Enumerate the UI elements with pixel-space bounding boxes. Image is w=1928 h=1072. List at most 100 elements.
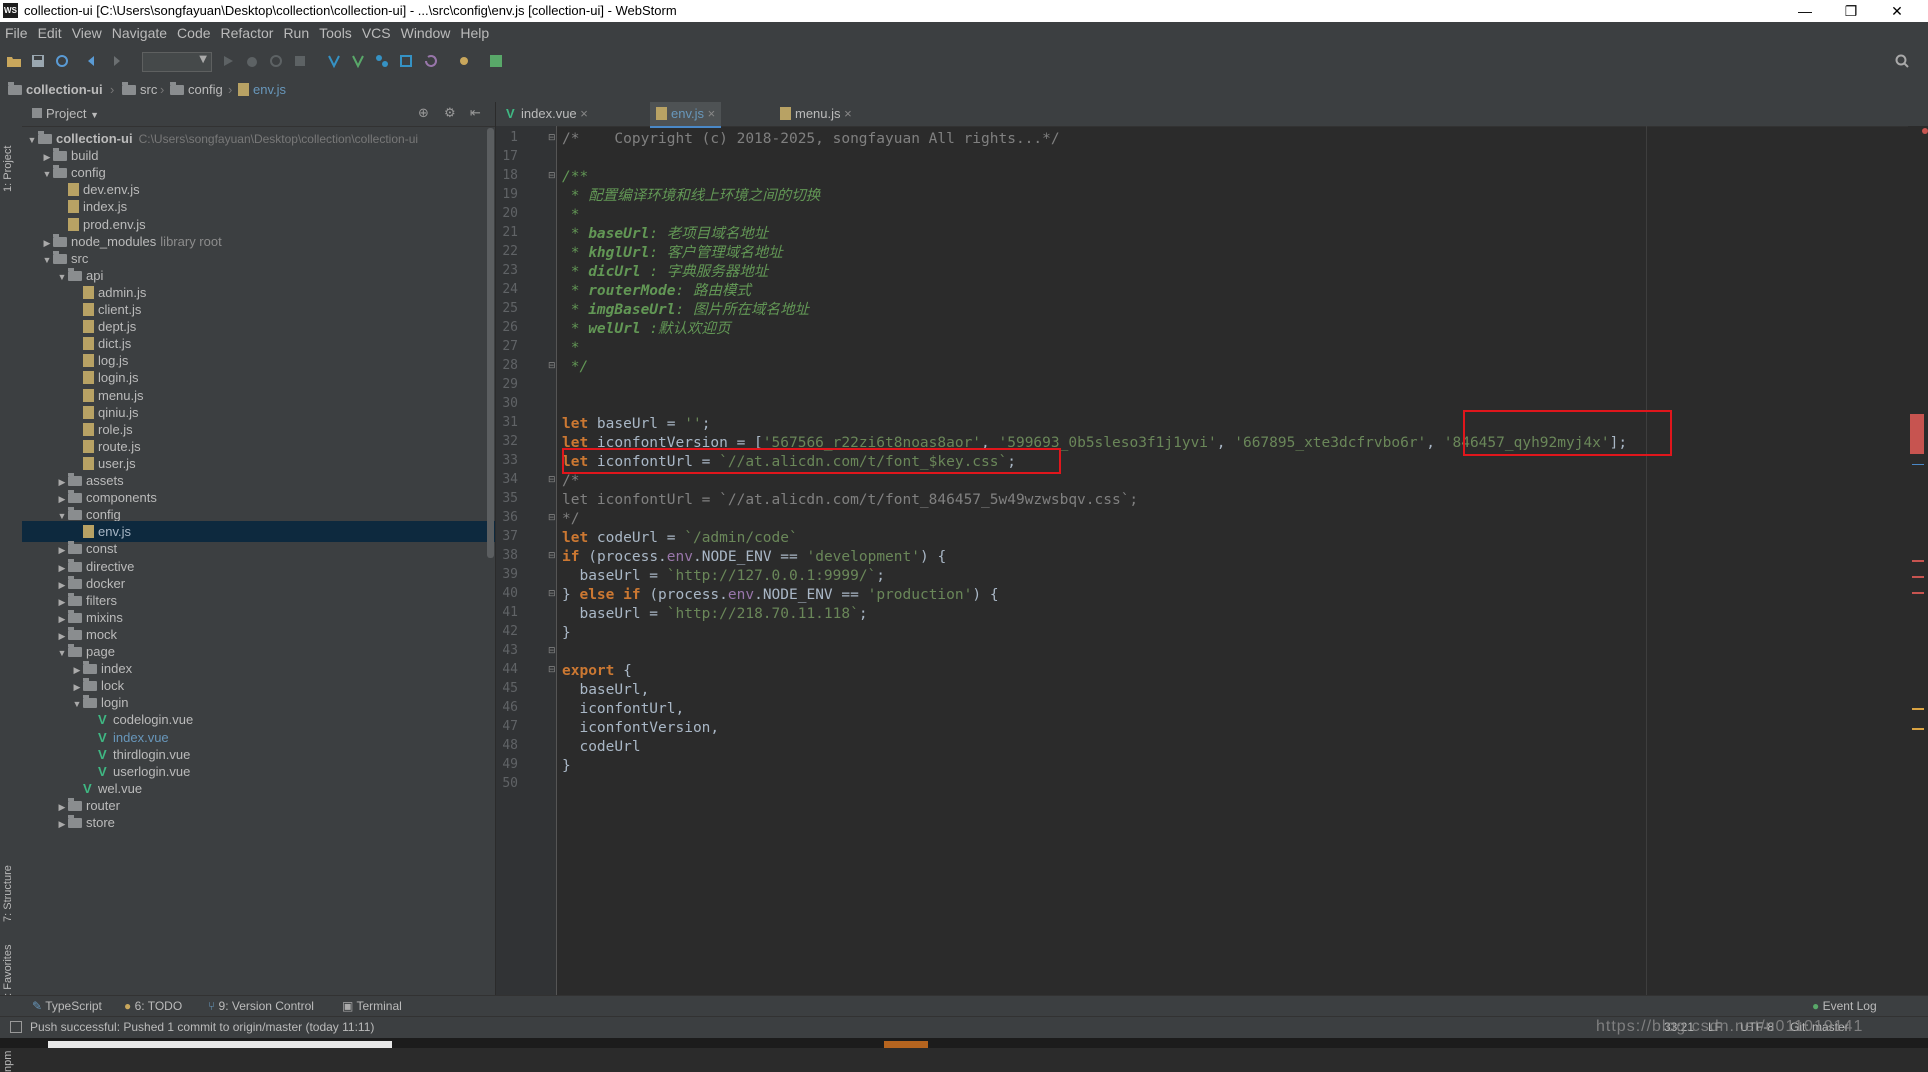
menu-code[interactable]: Code <box>172 22 215 44</box>
maximize-button[interactable]: ❐ <box>1828 0 1874 22</box>
menu-file[interactable]: File <box>0 22 33 44</box>
menu-vcs[interactable]: VCS <box>357 22 396 44</box>
coverage-icon[interactable] <box>268 53 284 69</box>
line-number: 31 <box>502 415 518 430</box>
fold-marker-icon[interactable]: ⊟ <box>548 551 556 561</box>
revert-icon[interactable] <box>422 53 438 69</box>
tab-env-js[interactable]: env.js × <box>650 102 722 128</box>
folder-icon <box>68 473 82 486</box>
run-configuration-select[interactable]: ▼ <box>142 52 212 72</box>
tab-index-vue[interactable]: Vindex.vue × <box>500 102 594 126</box>
error-marker[interactable] <box>1912 576 1924 578</box>
event-log-button[interactable]: ● Event Log <box>1812 999 1877 1013</box>
menu-refactor[interactable]: Refactor <box>216 22 279 44</box>
project-tree-scrollbar[interactable] <box>487 128 494 558</box>
menu-run[interactable]: Run <box>278 22 314 44</box>
taskbar-item[interactable] <box>884 1041 928 1048</box>
typescript-tool-button[interactable]: ✎ TypeScript <box>32 999 102 1013</box>
close-tab-icon[interactable]: × <box>577 106 588 121</box>
status-message[interactable]: Push successful: Pushed 1 commit to orig… <box>30 1020 374 1034</box>
npm-tool-tab[interactable]: npm <box>2 1051 14 1072</box>
code-token: else if <box>579 587 650 603</box>
structure-tool-tab[interactable]: 7: Structure <box>2 865 14 922</box>
scroll-from-source-icon[interactable]: ⊕ <box>418 106 429 121</box>
tab-menu-js[interactable]: menu.js × <box>774 102 858 126</box>
menu-view[interactable]: View <box>67 22 107 44</box>
terminal-tool-button[interactable]: ▣ Terminal <box>342 999 402 1013</box>
folder-icon <box>83 678 97 692</box>
vcs-history-icon[interactable] <box>398 53 414 69</box>
js-file-icon <box>68 200 79 214</box>
fold-marker-icon[interactable]: ⊟ <box>548 513 556 523</box>
project-structure-icon[interactable] <box>488 53 504 69</box>
error-marker[interactable] <box>1912 560 1924 562</box>
error-marker[interactable] <box>1912 592 1924 594</box>
close-window-button[interactable]: ✕ <box>1874 0 1920 22</box>
fold-marker-icon[interactable]: ⊟ <box>548 646 556 656</box>
debug-icon[interactable] <box>244 53 260 69</box>
version-control-tool-button[interactable]: ⑂ 9: Version Control <box>208 999 314 1013</box>
breadcrumb-file[interactable]: env.js <box>238 82 286 97</box>
code-line: } else if (process.env.NODE_ENV == 'prod… <box>562 586 999 605</box>
vcs-compare-icon[interactable] <box>374 53 390 69</box>
line-number: 49 <box>502 757 518 772</box>
tree-item-store[interactable]: ▶ store <box>22 812 495 833</box>
js-file-icon <box>83 439 94 453</box>
settings-icon[interactable] <box>456 53 472 69</box>
synchronize-icon[interactable] <box>54 53 70 69</box>
menu-edit[interactable]: Edit <box>33 22 67 44</box>
tool-windows-toggle-icon[interactable] <box>10 1021 22 1033</box>
project-view-selector[interactable]: Project ▼ <box>32 106 99 121</box>
fold-marker-icon[interactable]: ⊟ <box>548 133 556 143</box>
hide-panel-icon[interactable]: ⇤ <box>470 106 481 121</box>
menu-help[interactable]: Help <box>455 22 494 44</box>
menu-navigate[interactable]: Navigate <box>107 22 172 44</box>
todo-tool-button[interactable]: ● 6: TODO <box>124 999 182 1013</box>
gear-icon[interactable]: ⚙ <box>444 106 456 121</box>
change-marker[interactable] <box>1912 464 1924 465</box>
breadcrumb: collection-ui › src › config › env.js <box>0 78 1928 103</box>
line-number: 32 <box>502 434 518 449</box>
chevron-right-icon[interactable]: ▶ <box>56 814 68 835</box>
code-token: .NODE_ENV == <box>692 549 807 565</box>
run-icon[interactable] <box>220 53 236 69</box>
favorites-tool-tab[interactable]: 2: Favorites <box>2 945 14 1002</box>
forward-icon[interactable] <box>108 53 124 69</box>
menu-tools[interactable]: Tools <box>314 22 357 44</box>
breadcrumb-config[interactable]: config <box>170 82 223 97</box>
error-marker[interactable] <box>1910 414 1924 454</box>
code-line: if (process.env.NODE_ENV == 'development… <box>562 548 946 567</box>
close-tab-icon[interactable]: × <box>841 106 852 121</box>
project-tool-tab[interactable]: 1: Project <box>2 146 14 192</box>
fold-marker-icon[interactable]: ⊟ <box>548 361 556 371</box>
breadcrumb-project[interactable]: collection-ui <box>8 82 103 97</box>
code-editor[interactable]: /* Copyright (c) 2018-2025, songfayuan A… <box>562 126 1892 995</box>
warning-marker[interactable] <box>1912 708 1924 710</box>
minimize-button[interactable]: — <box>1782 0 1828 22</box>
code-token: : 字典服务器地址 <box>640 264 769 280</box>
close-tab-icon[interactable]: × <box>704 106 716 121</box>
back-icon[interactable] <box>84 53 100 69</box>
folder-icon <box>170 82 184 95</box>
search-everywhere-icon[interactable] <box>1894 53 1910 69</box>
breadcrumb-separator: › <box>110 82 115 97</box>
menu-window[interactable]: Window <box>396 22 456 44</box>
error-stripe <box>1908 126 1928 995</box>
vcs-update-icon[interactable] <box>326 53 342 69</box>
stop-icon[interactable] <box>292 53 308 69</box>
todo-icon: ● <box>124 999 132 1013</box>
breadcrumb-src[interactable]: src <box>122 82 157 97</box>
fold-marker-icon[interactable]: ⊟ <box>548 665 556 675</box>
warning-marker[interactable] <box>1912 728 1924 730</box>
code-line: let iconfontUrl = `//at.alicdn.com/t/fon… <box>562 491 1138 510</box>
save-all-icon[interactable] <box>30 53 46 69</box>
vcs-commit-icon[interactable] <box>350 53 366 69</box>
code-line: /** <box>562 168 588 187</box>
line-number: 23 <box>502 263 518 278</box>
fold-marker-icon[interactable]: ⊟ <box>548 171 556 181</box>
fold-marker-icon[interactable]: ⊟ <box>548 589 556 599</box>
taskbar-item[interactable] <box>48 1041 392 1048</box>
fold-marker-icon[interactable]: ⊟ <box>548 475 556 485</box>
open-folder-icon[interactable] <box>6 53 22 69</box>
annotation-box-version <box>1463 410 1672 456</box>
